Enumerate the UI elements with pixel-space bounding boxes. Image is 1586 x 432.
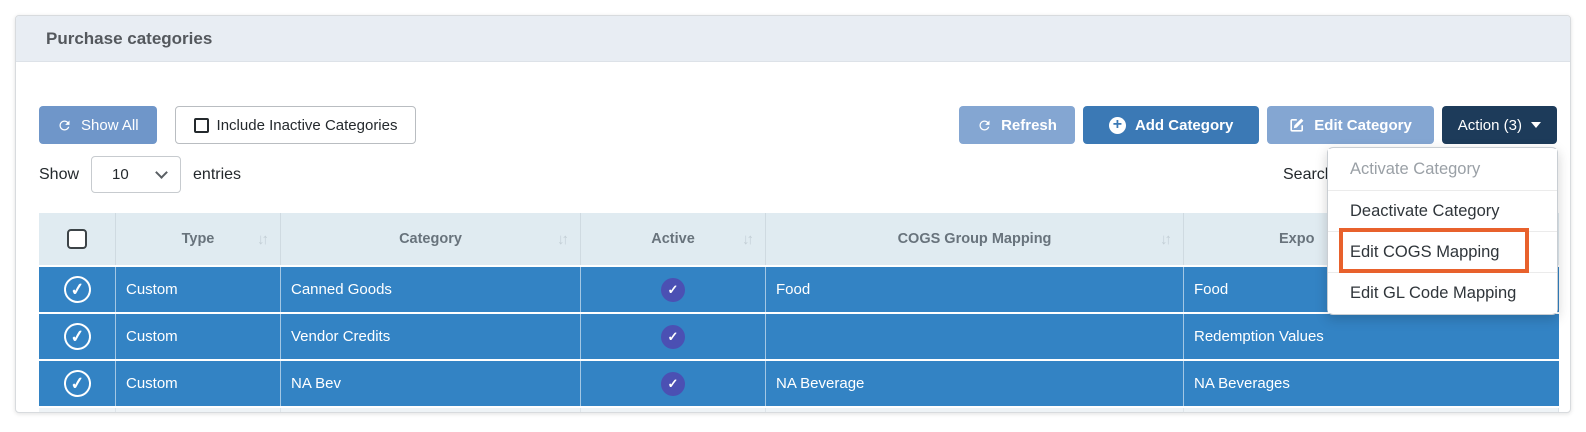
cell-export-mapping: NA Beverages [1184, 361, 1559, 406]
caret-down-icon [1531, 122, 1541, 128]
partial-next-row [39, 408, 1559, 413]
sort-arrows-icon[interactable]: ↓↑ [1160, 231, 1169, 248]
cell-category: NA Bev [281, 361, 581, 406]
select-all-header [39, 213, 116, 265]
column-header-type[interactable]: Type ↓↑ [116, 213, 281, 265]
row-selected-check-icon[interactable]: ✓ [62, 369, 92, 399]
select-all-checkbox[interactable] [67, 229, 87, 249]
page-title: Purchase categories [46, 29, 212, 49]
column-label: COGS Group Mapping [898, 231, 1052, 247]
show-all-label: Show All [81, 117, 139, 134]
cell-type: Custom [116, 361, 281, 406]
refresh-icon [977, 118, 992, 133]
column-header-cogs[interactable]: COGS Group Mapping ↓↑ [766, 213, 1184, 265]
page-size-select[interactable]: 10 [91, 156, 181, 193]
check-glyph: ✓ [668, 329, 679, 345]
menu-item-activate-category: Activate Category [1328, 149, 1557, 190]
active-check-icon: ✓ [661, 372, 685, 396]
table-row[interactable]: ✓ Custom NA Bev ✓ NA Beverage NA Beverag… [39, 361, 1559, 406]
toolbar: Show All Include Inactive Categories Ref… [39, 106, 1557, 144]
column-header-active[interactable]: Active ↓↑ [581, 213, 766, 265]
page-size-value: 10 [112, 166, 129, 183]
plus-circle-icon: + [1109, 117, 1126, 134]
entries-label: entries [193, 166, 241, 184]
edit-pencil-icon [1289, 117, 1305, 133]
menu-item-edit-cogs-mapping[interactable]: Edit COGS Mapping [1328, 231, 1557, 272]
column-header-category[interactable]: Category ↓↑ [281, 213, 581, 265]
row-selected-check-icon[interactable]: ✓ [62, 322, 92, 352]
chevron-down-icon [155, 166, 168, 179]
include-inactive-toggle[interactable]: Include Inactive Categories [175, 106, 417, 144]
show-entries-label: Show [39, 166, 79, 184]
include-inactive-label: Include Inactive Categories [217, 117, 398, 134]
column-label: Category [399, 231, 462, 247]
add-category-button[interactable]: + Add Category [1083, 106, 1259, 144]
cell-cogs-mapping [766, 314, 1184, 359]
table-row[interactable]: ✓ Custom Vendor Credits ✓ Redemption Val… [39, 314, 1559, 359]
refresh-button[interactable]: Refresh [959, 106, 1075, 144]
active-check-icon: ✓ [661, 325, 685, 349]
active-check-icon: ✓ [661, 278, 685, 302]
sort-arrows-icon[interactable]: ↓↑ [742, 231, 751, 248]
check-glyph: ✓ [69, 326, 85, 347]
checkbox-unchecked-icon [194, 118, 209, 133]
show-all-button[interactable]: Show All [39, 106, 157, 144]
edit-category-label: Edit Category [1314, 117, 1412, 134]
check-glyph: ✓ [668, 282, 679, 298]
cell-cogs-mapping: Food [766, 267, 1184, 312]
refresh-label: Refresh [1001, 117, 1057, 134]
action-dropdown-button[interactable]: Action (3) [1442, 106, 1557, 144]
edit-category-button[interactable]: Edit Category [1267, 106, 1434, 144]
refresh-icon [57, 118, 72, 133]
check-glyph: ✓ [69, 279, 85, 300]
sort-arrows-icon[interactable]: ↓↑ [257, 231, 266, 248]
cell-category: Canned Goods [281, 267, 581, 312]
row-selected-check-icon[interactable]: ✓ [62, 275, 92, 305]
cell-cogs-mapping: NA Beverage [766, 361, 1184, 406]
cell-type: Custom [116, 314, 281, 359]
menu-item-deactivate-category[interactable]: Deactivate Category [1328, 190, 1557, 231]
column-label: Type [182, 231, 215, 247]
panel-header: Purchase categories [16, 16, 1570, 62]
cell-export-mapping: Redemption Values [1184, 314, 1559, 359]
check-glyph: ✓ [69, 373, 85, 394]
toolbar-right-group: Refresh + Add Category Edit Category Act… [959, 106, 1557, 144]
action-dropdown-menu: Activate Category Deactivate Category Ed… [1327, 147, 1558, 315]
check-glyph: ✓ [668, 376, 679, 392]
action-label: Action (3) [1458, 117, 1522, 134]
add-category-label: Add Category [1135, 117, 1233, 134]
menu-item-edit-gl-code-mapping[interactable]: Edit GL Code Mapping [1328, 272, 1557, 313]
column-label: Expo [1279, 231, 1314, 247]
sort-arrows-icon[interactable]: ↓↑ [557, 231, 566, 248]
column-label: Active [651, 231, 695, 247]
cell-type: Custom [116, 267, 281, 312]
cell-category: Vendor Credits [281, 314, 581, 359]
